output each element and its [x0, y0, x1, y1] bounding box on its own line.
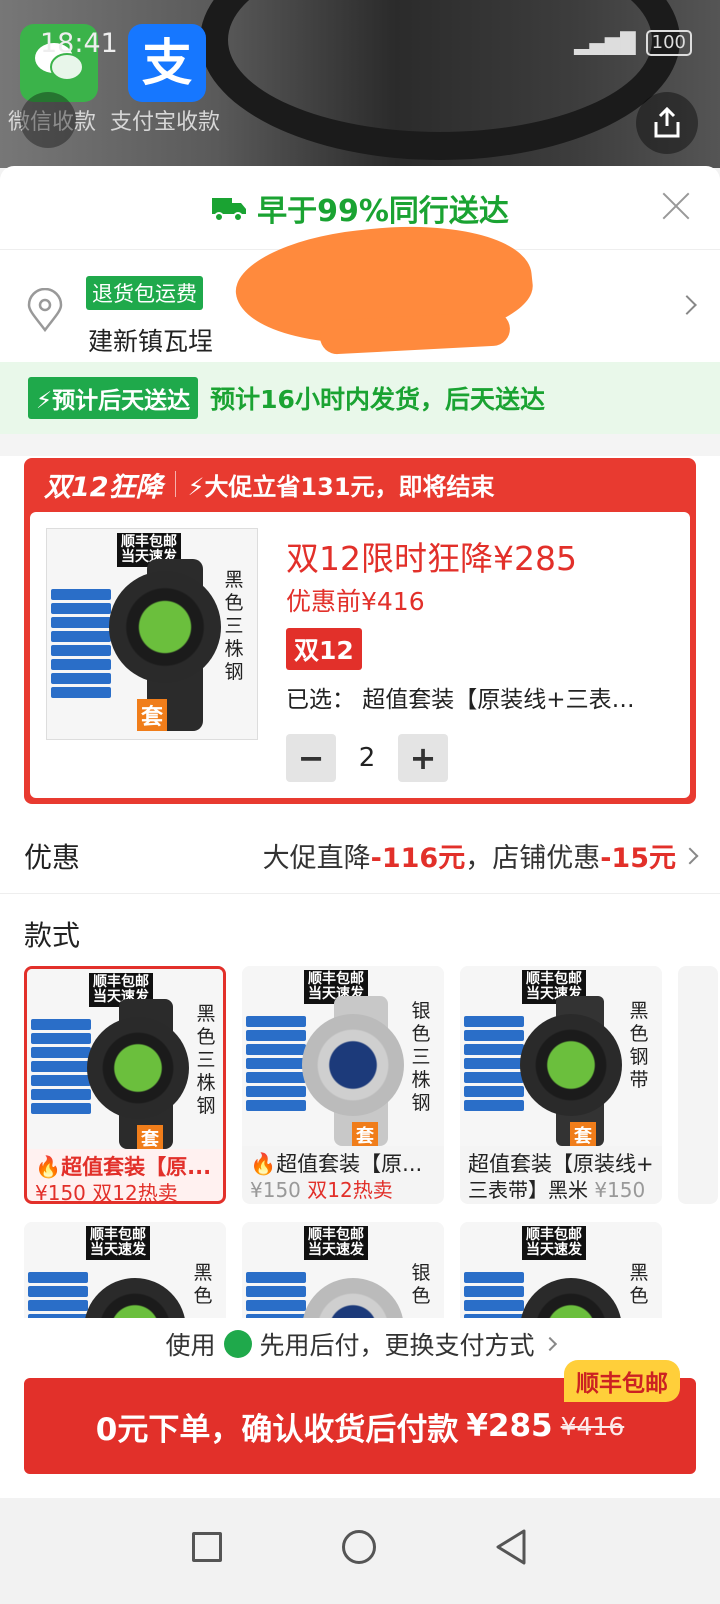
style-card-black-steel[interactable]: 顺丰包邮 当天速发 黑色三株钢 套 🔥超值套装【原... ¥150 双12热卖 [24, 966, 226, 1204]
promo-savings: ⚡大促立省131元，即将结束 [187, 472, 495, 501]
close-icon[interactable] [658, 188, 694, 224]
color-text: 银色 [411, 1262, 431, 1307]
chevron-right-icon [677, 295, 697, 315]
delivery-text: 预计16小时内发货，后天送达 [210, 385, 545, 414]
style-thumbnail: 顺丰包邮 当天速发 银色三株钢 套 [242, 966, 444, 1146]
product-image[interactable]: 顺丰包邮 当天速发 黑色三株钢 套 [46, 528, 258, 740]
discount-label: 优惠 [24, 841, 81, 874]
sf-free-shipping-badge: 顺丰包邮 [564, 1360, 680, 1402]
quantity-stepper: − 2 + [286, 734, 448, 782]
feature-list [246, 1016, 306, 1114]
increase-quantity-button[interactable]: + [398, 734, 448, 782]
feature-list [464, 1016, 524, 1114]
system-nav-bar [0, 1498, 720, 1604]
pay-later-icon [223, 1330, 252, 1358]
chevron-right-icon [542, 1336, 557, 1352]
feature-list [51, 589, 111, 701]
share-button[interactable] [636, 92, 698, 154]
recent-apps-button[interactable] [192, 1532, 222, 1562]
watch-face [87, 1017, 189, 1119]
delivery-estimate-bar: ⚡预计后天送达 预计16小时内发货，后天送达 [0, 362, 720, 434]
sf-tag: 顺丰包邮 当天速发 [86, 1226, 150, 1260]
sf-tag: 顺丰包邮 当天速发 [522, 1226, 586, 1260]
truck-icon [212, 197, 247, 222]
style-card-black-band[interactable]: 顺丰包邮 当天速发 黑色钢带 套 超值套装【原装线+ 三表带】黑米 ¥150 [460, 966, 662, 1204]
color-text: 黑色 [629, 1262, 649, 1307]
chevron-right-icon [681, 847, 699, 865]
share-icon [654, 106, 680, 138]
background-watch-shape [200, 0, 680, 160]
home-button[interactable] [342, 1530, 376, 1564]
address-line: 建新镇瓦埕 [88, 327, 214, 356]
promo-price: 双12限时狂降¥285 [286, 539, 577, 578]
set-tag: 套 [137, 1125, 163, 1149]
back-nav-button[interactable] [494, 1528, 528, 1566]
style-price: ¥150 双12热卖 [35, 1181, 178, 1204]
set-tag: 套 [137, 699, 168, 731]
payment-use-label: 使用 [165, 1331, 216, 1360]
watch-face [302, 1014, 404, 1116]
color-text: 黑色 [193, 1262, 213, 1307]
watch-face [109, 571, 221, 683]
color-text: 黑色钢带 [629, 1000, 649, 1091]
purchase-sheet: 早于99%同行送达 退货包运费 建新镇瓦埕 ⚡预计后天送达 预计16小时内发货，… [0, 166, 720, 1604]
divider [174, 471, 176, 497]
product-summary: 顺丰包邮 当天速发 黑色三株钢 套 双12限时狂降¥285 优惠前¥416 双12… [30, 512, 690, 798]
delivery-tag: ⚡预计后天送达 [28, 377, 199, 419]
delivery-speed-title: 早于99%同行送达 [257, 193, 509, 229]
style-section-label: 款式 [24, 919, 81, 952]
double-12-tag: 双12 [286, 628, 362, 670]
back-button[interactable] [20, 92, 76, 148]
order-button-price: ¥285 [466, 1408, 553, 1444]
status-icons: ▂▄▆█ 100 [574, 30, 692, 56]
style-thumbnail: 顺丰包邮 当天速发 黑色钢带 套 [460, 966, 662, 1146]
sf-tag: 顺丰包邮 当天速发 [304, 1226, 368, 1260]
set-tag: 套 [352, 1122, 378, 1146]
decrease-quantity-button[interactable]: − [286, 734, 336, 782]
style-price: ¥150 双12热卖 [250, 1178, 393, 1202]
watch-face [520, 1014, 622, 1116]
style-card-silver-steel[interactable]: 顺丰包邮 当天速发 银色三株钢 套 🔥超值套装【原... ¥150 双12热卖 [242, 966, 444, 1204]
background-product-image [0, 0, 720, 168]
battery-icon: 100 [645, 30, 692, 56]
status-time: 18:41 [40, 28, 118, 59]
return-shipping-tag: 退货包运费 [86, 276, 203, 310]
order-button-old-price: ¥416 [560, 1411, 625, 1441]
selected-variant: 已选： 超值套装【原装线+三表… [286, 687, 635, 713]
promo-banner-title: 双12狂降 [44, 471, 163, 503]
payment-method-text: 先用后付，更换支付方式 [259, 1331, 535, 1360]
location-pin-icon [27, 288, 63, 332]
promo-box: 双12狂降 ⚡大促立省131元，即将结束 顺丰包邮 当天速发 黑色三株钢 套 双1… [24, 458, 696, 804]
feature-list [31, 1019, 91, 1117]
alipay-label: 支付宝收款 [110, 110, 221, 135]
promo-banner: 双12狂降 ⚡大促立省131元，即将结束 [24, 458, 696, 510]
discount-value: 大促直降-116元，店铺优惠-15元 [262, 843, 676, 874]
discount-row[interactable]: 优惠 大促直降-116元，店铺优惠-15元 [0, 818, 720, 894]
style-card-partial[interactable] [678, 966, 718, 1204]
product-color-text: 黑色三株钢 [224, 569, 244, 683]
original-price: 优惠前¥416 [286, 587, 425, 616]
color-text: 黑色三株钢 [196, 1003, 216, 1117]
signal-icon: ▂▄▆█ [574, 31, 636, 55]
order-button-label: 0元下单，确认收货后付款 [95, 1411, 459, 1448]
quantity-value[interactable]: 2 [336, 743, 398, 773]
set-tag: 套 [570, 1122, 596, 1146]
style-subtitle: 三表带】黑米 ¥150 [468, 1178, 646, 1202]
style-thumbnail: 顺丰包邮 当天速发 黑色三株钢 套 [27, 969, 223, 1149]
section-divider [0, 434, 720, 456]
alipay-app-icon: 支 [128, 24, 206, 102]
color-text: 银色三株钢 [411, 1000, 431, 1114]
